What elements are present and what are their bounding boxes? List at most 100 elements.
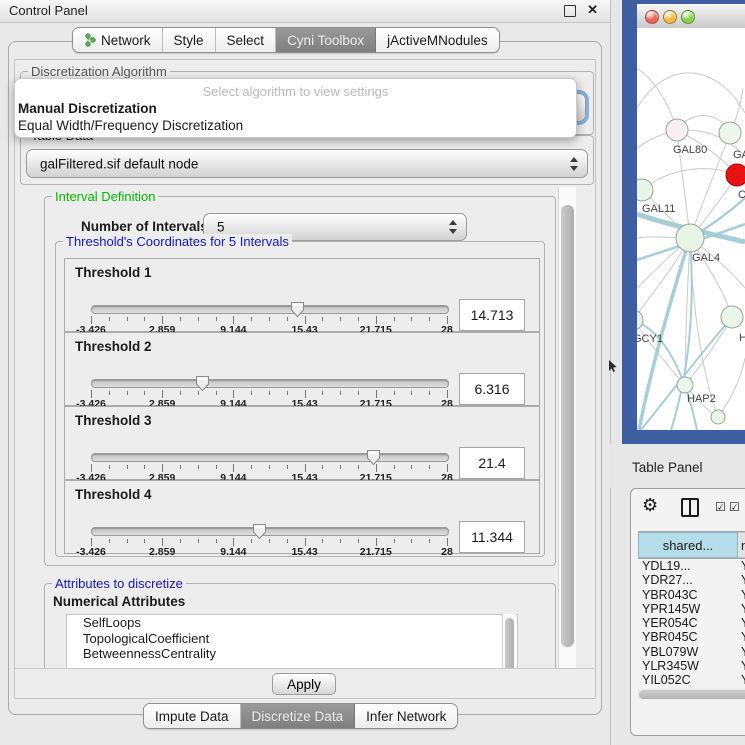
threshold-label: Threshold 1 bbox=[75, 265, 152, 280]
network-node[interactable] bbox=[666, 119, 688, 141]
network-edge[interactable] bbox=[637, 73, 745, 113]
thresholds-group: Threshold's Coordinates for 5 Intervals … bbox=[55, 241, 545, 557]
table-cell[interactable]: YPR145W bbox=[638, 602, 738, 616]
network-edge[interactable] bbox=[718, 358, 745, 417]
table-row[interactable]: YBL079WYBL0 bbox=[638, 645, 745, 659]
num-intervals-value: 5 bbox=[217, 220, 225, 235]
table-cell[interactable]: YDR2 bbox=[738, 573, 745, 587]
threshold-slider[interactable] bbox=[91, 527, 449, 536]
table-cell[interactable]: YBR043C bbox=[638, 588, 738, 602]
network-node[interactable] bbox=[637, 310, 643, 330]
attribute-list-item[interactable]: SelfLoops bbox=[67, 615, 517, 631]
network-node[interactable] bbox=[726, 164, 745, 186]
tab-label: Network bbox=[101, 33, 151, 48]
network-edge[interactable] bbox=[642, 169, 737, 190]
table-data-combobox[interactable]: galFiltered.sif default node bbox=[26, 149, 588, 178]
numerical-attributes-label: Numerical Attributes bbox=[53, 594, 185, 609]
threshold-slider[interactable] bbox=[91, 453, 449, 462]
tab-network[interactable]: Network bbox=[73, 28, 163, 52]
scrollbar-thumb[interactable] bbox=[639, 690, 745, 699]
attribute-list-item[interactable]: TopologicalCoefficient bbox=[67, 631, 517, 647]
table-cell[interactable]: YIL052C bbox=[638, 673, 738, 687]
threshold-slider[interactable] bbox=[91, 379, 449, 388]
dropdown-option-equal-width[interactable]: Equal Width/Frequency Discretization bbox=[18, 118, 243, 133]
threshold-panel-4: Threshold 4-3.4262.8599.14415.4321.71528… bbox=[64, 480, 540, 554]
network-node[interactable] bbox=[719, 122, 741, 144]
close-icon[interactable]: ✕ bbox=[587, 2, 598, 18]
column-header-2[interactable]: na bbox=[738, 532, 745, 558]
table-cell[interactable]: YDR27... bbox=[638, 573, 738, 587]
attributes-list-scrollbar[interactable] bbox=[502, 614, 516, 668]
table-row[interactable]: YLR345WYLR3 bbox=[638, 659, 745, 673]
table-row[interactable]: YBR043CYBR0 bbox=[638, 588, 745, 602]
combo-arrows-icon bbox=[448, 220, 457, 234]
settings-scrollbar[interactable] bbox=[558, 187, 576, 668]
float-window-icon[interactable] bbox=[564, 5, 576, 17]
table-h-scrollbar[interactable] bbox=[638, 689, 745, 700]
table-panel-header: Table Panel bbox=[610, 444, 745, 488]
network-edge[interactable] bbox=[685, 317, 732, 385]
network-node[interactable] bbox=[721, 306, 743, 328]
table-cell[interactable]: YBL079W bbox=[638, 645, 738, 659]
table-cell[interactable]: YPR1 bbox=[738, 602, 745, 616]
table-cell[interactable]: YBR0 bbox=[738, 588, 745, 602]
tab-label: Select bbox=[227, 33, 265, 48]
table-row[interactable]: YER054CYER0 bbox=[638, 616, 745, 630]
table-cell[interactable]: YDL19... bbox=[638, 559, 738, 573]
tab-cyni-toolbox[interactable]: Cyni Toolbox bbox=[276, 28, 376, 52]
network-node-label: GA bbox=[733, 149, 745, 161]
table-cell[interactable]: YIL0 bbox=[738, 673, 745, 687]
table-panel-window: ⚙ ☑ ☑ shared...na YDL19...YDL1YDR27...YD… bbox=[630, 488, 745, 736]
checkbox-icon[interactable]: ☑ bbox=[729, 500, 740, 514]
table-data-value: galFiltered.sif default node bbox=[40, 156, 198, 171]
network-canvas[interactable]: GAL80GACGAL11GAL4GCY1HHAP2 bbox=[637, 28, 745, 430]
table-row[interactable]: YPR145WYPR1 bbox=[638, 602, 745, 616]
network-node[interactable] bbox=[677, 377, 693, 393]
table-cell[interactable]: YBL0 bbox=[738, 645, 745, 659]
network-edge[interactable] bbox=[690, 238, 718, 417]
table-row[interactable]: YBR045CYBR0 bbox=[638, 630, 745, 644]
checkbox-icon[interactable]: ☑ bbox=[715, 500, 726, 514]
threshold-value-field[interactable]: 14.713 bbox=[459, 299, 525, 331]
table-row[interactable]: YIL052CYIL0 bbox=[638, 673, 745, 687]
threshold-value-field[interactable]: 21.4 bbox=[459, 447, 525, 479]
apply-button[interactable]: Apply bbox=[272, 673, 336, 695]
table-row[interactable]: YDR27...YDR2 bbox=[638, 573, 745, 587]
network-node[interactable] bbox=[711, 410, 725, 424]
numerical-attributes-list[interactable]: SelfLoopsTopologicalCoefficientBetweenne… bbox=[66, 614, 518, 668]
threshold-value-field[interactable]: 6.316 bbox=[459, 373, 525, 405]
dropdown-option-manual[interactable]: Manual Discretization bbox=[18, 101, 157, 116]
network-node-label: GAL80 bbox=[673, 144, 707, 156]
tab-impute-data[interactable]: Impute Data bbox=[144, 704, 241, 728]
column-header-1[interactable]: shared... bbox=[638, 532, 738, 558]
table-cell[interactable]: YBR0 bbox=[738, 630, 745, 644]
tab-select[interactable]: Select bbox=[216, 28, 277, 52]
tab-infer-network[interactable]: Infer Network bbox=[355, 704, 457, 728]
attribute-list-item[interactable]: BetweennessCentrality bbox=[67, 646, 517, 662]
control-panel-window: Control Panel ✕ NetworkStyleSelectCyni T… bbox=[0, 0, 611, 745]
network-node-label: H bbox=[739, 332, 745, 344]
gear-icon[interactable]: ⚙ bbox=[642, 495, 658, 516]
table-cell[interactable]: YLR345W bbox=[638, 659, 738, 673]
table-cell[interactable]: YDL1 bbox=[738, 559, 745, 573]
tab-style[interactable]: Style bbox=[163, 28, 216, 52]
network-node[interactable] bbox=[676, 224, 704, 252]
network-view-window[interactable]: GAL80GACGAL11GAL4GCY1HHAP2 bbox=[622, 0, 745, 444]
footer-bar: Apply bbox=[15, 668, 594, 698]
close-traffic-light[interactable] bbox=[645, 10, 659, 24]
table-panel-title: Table Panel bbox=[632, 460, 703, 475]
table-cell[interactable]: YER054C bbox=[638, 616, 738, 630]
threshold-slider[interactable] bbox=[91, 305, 449, 314]
tab-jactivemnodules[interactable]: jActiveMNodules bbox=[376, 28, 499, 52]
tab-discretize-data[interactable]: Discretize Data bbox=[241, 704, 356, 728]
table-cell[interactable]: YLR3 bbox=[738, 659, 745, 673]
split-columns-icon[interactable] bbox=[681, 498, 699, 517]
table-cell[interactable]: YBR045C bbox=[638, 630, 738, 644]
threshold-value-field[interactable]: 11.344 bbox=[459, 521, 525, 553]
table-cell[interactable]: YER0 bbox=[738, 616, 745, 630]
scrollbar-thumb[interactable] bbox=[505, 618, 514, 668]
maximize-traffic-light[interactable] bbox=[681, 10, 695, 24]
minimize-traffic-light[interactable] bbox=[663, 10, 677, 24]
table-row[interactable]: YDL19...YDL1 bbox=[638, 559, 745, 573]
scrollbar-thumb[interactable] bbox=[561, 205, 574, 647]
